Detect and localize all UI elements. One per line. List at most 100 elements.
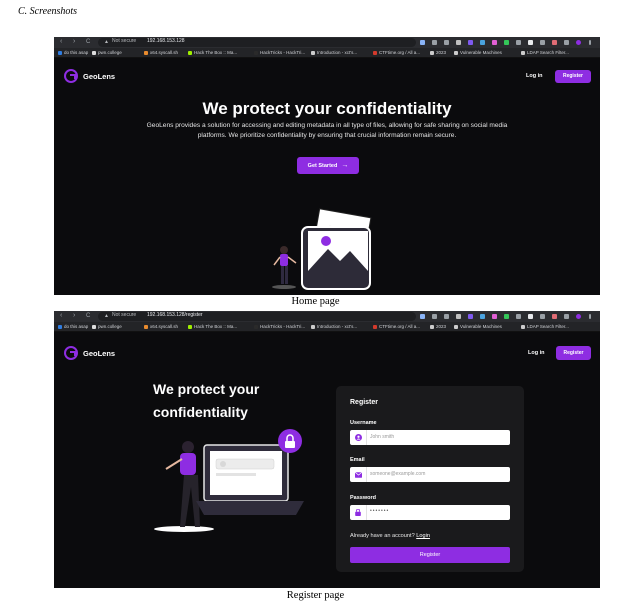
extension-icon[interactable] [420, 314, 425, 319]
bookmark-icon [254, 50, 258, 55]
login-link[interactable]: Login [416, 533, 430, 539]
extension-icon[interactable] [540, 40, 545, 45]
extension-icon[interactable] [564, 40, 569, 45]
extension-icon[interactable] [468, 314, 473, 319]
geolens-logo-icon [64, 346, 78, 360]
laptop-illustration [154, 429, 304, 532]
security-warning: Not secure [112, 38, 137, 44]
extension-icon[interactable] [504, 40, 509, 45]
bookmark-item[interactable]: pwn.college [92, 49, 122, 56]
menu-icon[interactable] [589, 314, 591, 319]
hero-subtitle: GeoLens provides a solution for accessin… [146, 122, 508, 139]
profile-avatar[interactable] [576, 314, 581, 319]
forward-button[interactable]: › [73, 38, 75, 45]
extension-icon[interactable] [480, 314, 485, 319]
username-field[interactable]: John smith [350, 430, 510, 445]
mail-icon [350, 467, 367, 482]
bookmark-item[interactable]: Introduction - xct's... [311, 49, 357, 56]
user-icon [350, 430, 367, 445]
password-label: Password [350, 495, 376, 501]
username-placeholder: John smith [370, 434, 395, 440]
address-bar[interactable]: ▲ [98, 312, 416, 321]
extension-icon[interactable] [528, 314, 533, 319]
menu-icon[interactable] [589, 40, 591, 45]
bookmark-item[interactable]: pwn.college [92, 323, 122, 330]
person-illustration [272, 246, 297, 289]
brand-name: GeoLens [83, 348, 116, 358]
extension-icon[interactable] [492, 314, 497, 319]
register-form-title: Register [350, 399, 379, 406]
bookmark-item[interactable]: do this asap [58, 49, 88, 56]
brand-logo[interactable]: GeoLens [64, 69, 115, 83]
bookmark-icon [188, 50, 192, 55]
get-started-button[interactable]: Get Started → [297, 157, 359, 174]
url-text: 192.168.153.128/register [147, 312, 203, 318]
bookmark-item[interactable]: HackTricks - HackTri... [254, 49, 305, 56]
bookmark-item[interactable]: 2023 [430, 323, 446, 330]
section-heading: C. Screenshots [18, 6, 78, 17]
bookmark-icon [58, 50, 62, 55]
bookmark-item[interactable]: CTFtime.org / All a... [373, 49, 420, 56]
bookmark-icon [373, 324, 377, 329]
bookmark-item[interactable]: HackTricks - HackTri... [254, 323, 305, 330]
photo-frames-illustration [301, 208, 372, 290]
bookmark-icon [92, 50, 96, 55]
bookmark-icon [454, 50, 458, 55]
extension-icon[interactable] [432, 314, 437, 319]
bookmark-item[interactable]: LDAP Search Filter... [521, 49, 569, 56]
login-link[interactable]: Log in [526, 73, 543, 79]
bookmark-icon [311, 324, 315, 329]
email-field[interactable]: someone@example.com [350, 467, 510, 482]
extension-icon[interactable] [456, 314, 461, 319]
password-field[interactable]: ••••••• [350, 505, 510, 520]
forward-button[interactable]: › [73, 312, 75, 319]
extension-icon[interactable] [444, 314, 449, 319]
hero-title: We protect your confidentiality [202, 99, 452, 118]
extension-icon[interactable] [444, 40, 449, 45]
extension-icon[interactable] [468, 40, 473, 45]
register-submit-button[interactable]: Register [350, 547, 510, 563]
bookmarks-bar: do this asap pwn.college x64.syscall.sh … [54, 48, 600, 58]
warning-icon: ▲ [104, 39, 109, 45]
brand-logo[interactable]: GeoLens [64, 346, 115, 360]
extension-icon[interactable] [516, 40, 521, 45]
bookmark-item[interactable]: x64.syscall.sh [144, 323, 178, 330]
bookmark-icon [454, 324, 458, 329]
bookmark-item[interactable]: Introduction - xct's... [311, 323, 357, 330]
back-button[interactable]: ‹ [60, 38, 62, 45]
bookmark-item[interactable]: x64.syscall.sh [144, 49, 178, 56]
extension-icon[interactable] [456, 40, 461, 45]
url-text: 192.168.153.128 [147, 38, 185, 44]
address-bar[interactable]: ▲ [98, 38, 416, 47]
extension-icon[interactable] [432, 40, 437, 45]
bookmark-item[interactable]: Vulnerable Machines [454, 323, 502, 330]
bookmark-item[interactable]: Hack The Box :: Ma... [188, 323, 237, 330]
bookmark-item[interactable]: Vulnerable Machines [454, 49, 502, 56]
reload-button[interactable]: C [86, 313, 90, 319]
extension-icon[interactable] [516, 314, 521, 319]
bookmark-item[interactable]: LDAP Search Filter... [521, 323, 569, 330]
extension-icon[interactable] [540, 314, 545, 319]
extension-icon[interactable] [552, 40, 557, 45]
bookmark-item[interactable]: do this asap [58, 323, 88, 330]
reload-button[interactable]: C [86, 39, 90, 45]
register-button[interactable]: Register [555, 70, 591, 83]
profile-avatar[interactable] [576, 40, 581, 45]
extension-icon[interactable] [492, 40, 497, 45]
bookmark-item[interactable]: 2023 [430, 49, 446, 56]
browser-toolbar: ‹ › C ▲ Not secure 192.168.153.128/regis… [54, 311, 600, 322]
register-hero-title: We protect your confidentiality [153, 381, 260, 420]
extension-icon[interactable] [504, 314, 509, 319]
bookmark-item[interactable]: CTFtime.org / All a... [373, 323, 420, 330]
extension-icon[interactable] [528, 40, 533, 45]
login-link[interactable]: Log in [528, 350, 545, 356]
back-button[interactable]: ‹ [60, 312, 62, 319]
register-button[interactable]: Register [556, 346, 591, 360]
extension-icon[interactable] [420, 40, 425, 45]
extension-icon[interactable] [480, 40, 485, 45]
extension-icon[interactable] [552, 314, 557, 319]
extension-icon[interactable] [564, 314, 569, 319]
bookmark-icon [521, 50, 525, 55]
bookmark-item[interactable]: Hack The Box :: Ma... [188, 49, 237, 56]
security-warning: Not secure [112, 312, 137, 318]
